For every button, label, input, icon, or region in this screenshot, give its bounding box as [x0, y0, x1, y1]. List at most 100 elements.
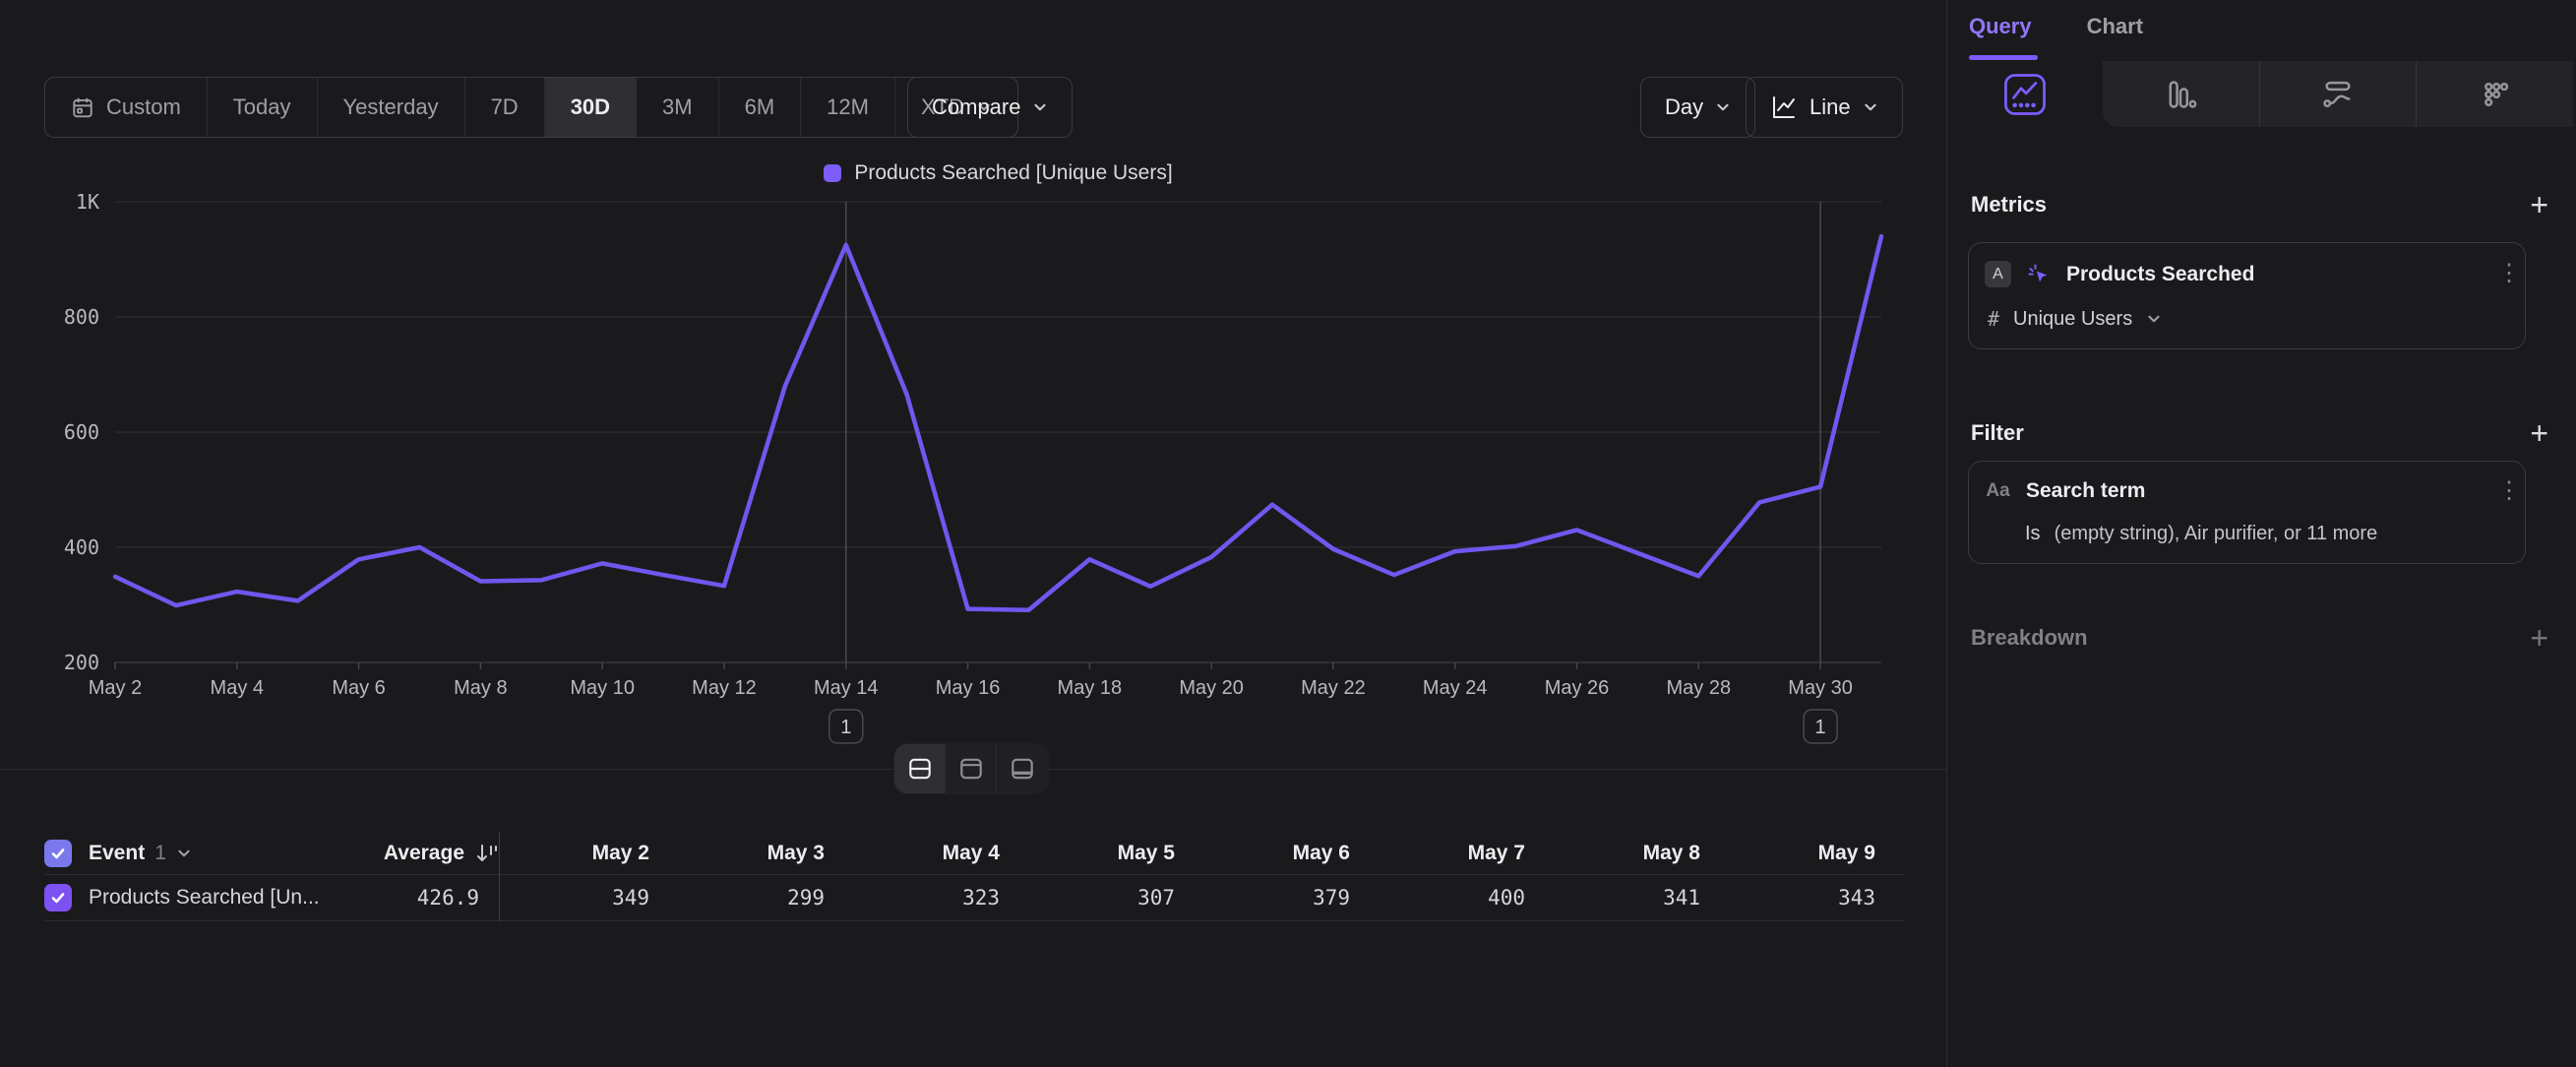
tab-chart[interactable]: Chart [2087, 14, 2143, 39]
tab-insights[interactable] [1947, 61, 2103, 127]
column-header[interactable]: May 2 [502, 842, 677, 865]
x-axis-label: May 12 [692, 677, 757, 699]
row-values: 349299323307379400341343 [502, 886, 1904, 910]
add-metric-button[interactable]: + [2530, 189, 2548, 220]
value-cell: 343 [1728, 886, 1903, 910]
event-column-header[interactable]: Event 1 [89, 842, 339, 865]
x-axis-label: May 8 [454, 677, 507, 699]
bottom-pane-icon [1009, 755, 1036, 783]
aggregation-selector[interactable]: Unique Users [2013, 308, 2132, 331]
chart-svg[interactable]: 2004006008001KMay 2May 4May 6May 8May 10… [0, 187, 1946, 758]
compare-button[interactable]: Compare [907, 77, 1073, 138]
filter-title: Filter [1971, 420, 2024, 446]
column-header[interactable]: May 8 [1553, 842, 1728, 865]
layout-chart-only-button[interactable] [946, 744, 997, 793]
value-cell: 307 [1027, 886, 1202, 910]
range-yesterday-button[interactable]: Yesterday [318, 78, 465, 137]
date-range-group: CustomTodayYesterday7D30D3M6M12MXTD [44, 77, 1018, 138]
column-header[interactable]: May 3 [677, 842, 852, 865]
average-column-header[interactable]: Average [339, 841, 502, 866]
chart-legend[interactable]: Products Searched [Unique Users] [115, 161, 1881, 185]
x-axis-label: May 4 [211, 677, 264, 699]
row-checkbox[interactable] [44, 884, 72, 911]
event-click-icon [2026, 262, 2052, 287]
filter-value[interactable]: (empty string), Air purifier, or 11 more [2055, 523, 2378, 545]
chevron-down-icon [1863, 99, 1878, 115]
x-axis-label: May 26 [1545, 677, 1610, 699]
range-30d-button[interactable]: 30D [545, 78, 637, 137]
panel-tabs: Query Chart [1969, 14, 2143, 39]
range-7d-button[interactable]: 7D [465, 78, 545, 137]
x-axis-label: May 10 [570, 677, 635, 699]
range-3m-button[interactable]: 3M [637, 78, 719, 137]
select-all-checkbox[interactable] [44, 840, 72, 867]
row-series-name[interactable]: Products Searched [Un... [89, 886, 339, 910]
string-property-icon: Aa [1985, 480, 2011, 502]
date-column-headers: May 2May 3May 4May 5May 6May 7May 8May 9 [502, 842, 1904, 865]
filter-menu-button[interactable]: ⋮ [2497, 486, 2509, 497]
filter-property-name: Search term [2026, 479, 2483, 503]
metrics-section-header: Metrics + [1971, 189, 2548, 220]
line-chart-icon [1770, 94, 1798, 121]
breakdown-title: Breakdown [1971, 625, 2088, 651]
chart-type-button[interactable]: Line [1746, 77, 1903, 138]
column-header[interactable]: May 9 [1728, 842, 1903, 865]
top-pane-icon [957, 755, 985, 783]
filter-card[interactable]: Aa Search term ⋮ Is (empty string), Air … [1968, 461, 2526, 564]
event-header-label: Event [89, 842, 145, 865]
tab-flows[interactable] [2260, 61, 2418, 127]
x-axis-label: May 30 [1788, 677, 1853, 699]
retention-icon [2479, 78, 2512, 111]
column-header[interactable]: May 6 [1202, 842, 1378, 865]
funnels-icon [2164, 78, 2197, 111]
x-axis-label: May 2 [89, 677, 142, 699]
chevron-down-icon [1032, 99, 1048, 115]
add-breakdown-button[interactable]: + [2530, 622, 2548, 654]
event-count: 1 [154, 842, 166, 865]
tab-retention[interactable] [2417, 61, 2573, 127]
filter-section-header: Filter + [1971, 417, 2548, 449]
x-axis-label: May 6 [332, 677, 385, 699]
table-row: Products Searched [Un... 426.9 349299323… [44, 875, 1904, 921]
range-custom-button[interactable]: Custom [45, 78, 208, 137]
annotation-badge-label: 1 [1815, 717, 1826, 738]
granularity-label: Day [1665, 94, 1703, 120]
x-axis-label: May 18 [1058, 677, 1123, 699]
filter-operator[interactable]: Is [2025, 523, 2041, 545]
chart-type-label: Line [1809, 94, 1851, 120]
add-filter-button[interactable]: + [2530, 417, 2548, 449]
layout-split-button[interactable] [894, 744, 946, 793]
y-axis-label: 400 [64, 535, 99, 559]
calendar-icon [71, 95, 94, 119]
range-12m-button[interactable]: 12M [801, 78, 895, 137]
range-6m-button[interactable]: 6M [719, 78, 802, 137]
table-column-divider [499, 832, 500, 921]
column-header[interactable]: May 5 [1027, 842, 1202, 865]
sort-descending-icon [474, 841, 500, 866]
y-axis-label: 200 [64, 651, 99, 674]
layout-table-only-button[interactable] [997, 744, 1048, 793]
check-icon [50, 846, 66, 861]
metric-card[interactable]: A Products Searched ⋮ # Unique Users [1968, 242, 2526, 349]
breakdown-section-header: Breakdown + [1971, 622, 2548, 654]
y-axis-label: 800 [64, 305, 99, 329]
chevron-down-icon [1715, 99, 1731, 115]
x-axis-label: May 28 [1667, 677, 1732, 699]
tab-funnels[interactable] [2103, 61, 2260, 127]
metric-menu-button[interactable]: ⋮ [2497, 269, 2509, 280]
series-line[interactable] [115, 236, 1881, 610]
row-checkbox-cell [44, 884, 89, 911]
report-main-area: CustomTodayYesterday7D30D3M6M12MXTD Comp… [0, 0, 1946, 1067]
chevron-down-icon [2146, 311, 2162, 327]
x-axis-label: May 20 [1179, 677, 1244, 699]
column-header[interactable]: May 4 [852, 842, 1027, 865]
metrics-title: Metrics [1971, 192, 2047, 218]
x-axis-label: May 14 [814, 677, 879, 699]
granularity-button[interactable]: Day [1640, 77, 1755, 138]
column-header[interactable]: May 7 [1378, 842, 1553, 865]
tab-query[interactable]: Query [1969, 14, 2032, 39]
chevron-down-icon [176, 846, 192, 861]
value-cell: 323 [852, 886, 1027, 910]
range-today-button[interactable]: Today [208, 78, 318, 137]
x-axis-label: May 22 [1301, 677, 1366, 699]
